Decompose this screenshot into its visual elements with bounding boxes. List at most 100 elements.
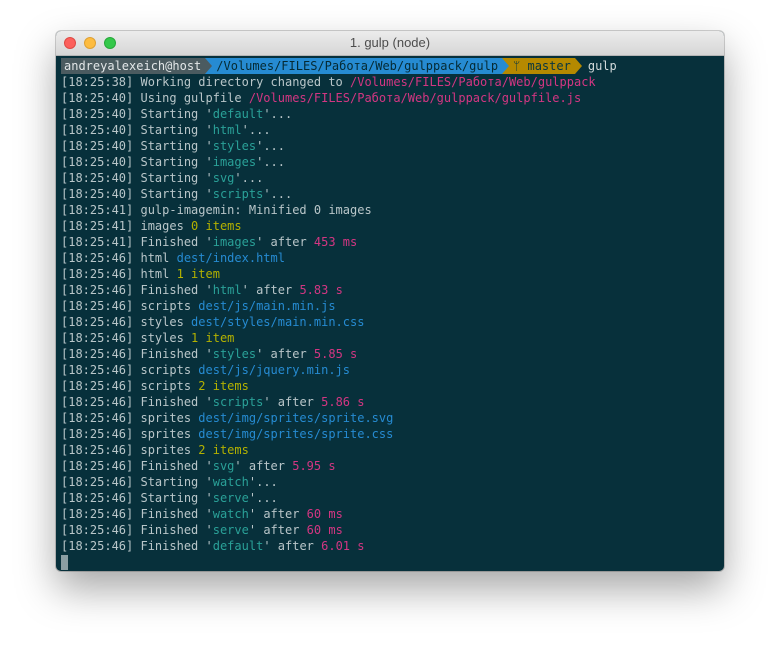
log-text: Finished	[133, 347, 206, 361]
log-count: 2 items	[198, 379, 249, 393]
log-line: [18:25:46] Starting 'watch'...	[61, 474, 719, 490]
log-time: 5.83 s	[299, 283, 343, 297]
log-q: '	[263, 395, 271, 409]
log-q: '	[205, 347, 213, 361]
log-timestamp: [18:25:40]	[61, 187, 134, 201]
log-line: [18:25:46] html dest/index.html	[61, 250, 719, 266]
log-line: [18:25:46] scripts dest/js/main.min.js	[61, 298, 719, 314]
log-q: '	[205, 539, 213, 553]
log-text: html	[133, 267, 177, 281]
log-file: dest/img/sprites/sprite.svg	[198, 411, 394, 425]
log-text: Using gulpfile	[133, 91, 249, 105]
log-q: '	[248, 491, 257, 505]
log-text: Starting	[133, 187, 206, 201]
log-task: serve	[212, 491, 249, 505]
log-timestamp: [18:25:40]	[61, 107, 134, 121]
log-text: Working directory changed to	[133, 75, 350, 89]
log-line: [18:25:46] Finished 'default' after 6.01…	[61, 538, 719, 554]
log-text: after	[263, 235, 314, 249]
log-text: Starting	[133, 171, 206, 185]
log-text: styles	[133, 315, 192, 329]
log-q: '	[205, 395, 213, 409]
log-task: images	[212, 235, 257, 249]
log-task: styles	[212, 347, 257, 361]
log-text: Finished	[133, 507, 206, 521]
log-text: Starting	[133, 491, 206, 505]
log-text: after	[256, 523, 307, 537]
log-task: default	[212, 539, 264, 553]
log-q: '	[263, 187, 271, 201]
log-q: '	[248, 507, 257, 521]
log-text: Finished	[133, 235, 206, 249]
log-line: [18:25:46] Finished 'serve' after 60 ms	[61, 522, 719, 538]
log-timestamp: [18:25:46]	[61, 395, 134, 409]
log-task: serve	[212, 523, 249, 537]
prompt-separator	[574, 58, 582, 74]
log-timestamp: [18:25:41]	[61, 203, 134, 217]
log-line: [18:25:46] Finished 'styles' after 5.85 …	[61, 346, 719, 362]
log-q: '	[205, 507, 213, 521]
log-text: Starting	[133, 107, 206, 121]
log-line: [18:25:40] Using gulpfile /Volumes/FILES…	[61, 90, 719, 106]
prompt-user: andreyalexeich@host	[61, 58, 206, 74]
log-text: Starting	[133, 155, 206, 169]
log-q: '	[205, 459, 213, 473]
log-path: /Volumes/FILES/Работа/Web/gulppack	[350, 75, 596, 89]
log-q: '	[205, 187, 213, 201]
prompt-separator	[502, 58, 510, 74]
log-task: images	[212, 155, 257, 169]
log-text: scripts	[133, 363, 199, 377]
log-text: Finished	[133, 523, 206, 537]
log-file: dest/styles/main.min.css	[191, 315, 365, 329]
log-timestamp: [18:25:41]	[61, 219, 134, 233]
log-timestamp: [18:25:46]	[61, 363, 134, 377]
log-line: [18:25:46] Finished 'html' after 5.83 s	[61, 282, 719, 298]
log-timestamp: [18:25:46]	[61, 299, 134, 313]
log-task: scripts	[212, 187, 264, 201]
log-text: sprites	[133, 427, 199, 441]
log-text: Finished	[133, 459, 206, 473]
log-lines: [18:25:38] Working directory changed to …	[61, 74, 719, 554]
log-line: [18:25:40] Starting 'styles'...	[61, 138, 719, 154]
log-text: ...	[248, 123, 271, 137]
log-text: images	[133, 219, 192, 233]
log-line: [18:25:46] styles dest/styles/main.min.c…	[61, 314, 719, 330]
log-text: html	[133, 251, 177, 265]
log-line: [18:25:40] Starting 'images'...	[61, 154, 719, 170]
log-text: ...	[270, 187, 293, 201]
log-line: [18:25:40] Starting 'html'...	[61, 122, 719, 138]
log-time: 453 ms	[313, 235, 358, 249]
log-timestamp: [18:25:46]	[61, 491, 134, 505]
title-bar: 1. gulp (node)	[56, 31, 724, 56]
log-text: Starting	[133, 139, 206, 153]
log-task: svg	[212, 459, 235, 473]
log-q: '	[248, 523, 257, 537]
log-line: [18:25:46] sprites dest/img/sprites/spri…	[61, 410, 719, 426]
terminal-output[interactable]: andreyalexeich@host /Volumes/FILES/Работ…	[56, 56, 724, 570]
log-text: ...	[263, 139, 286, 153]
log-timestamp: [18:25:46]	[61, 251, 134, 265]
log-task: svg	[212, 171, 235, 185]
log-text: after	[270, 539, 322, 553]
log-count: 2 items	[198, 443, 249, 457]
log-task: html	[212, 283, 242, 297]
log-text: after	[270, 395, 322, 409]
log-line: [18:25:40] Starting 'scripts'...	[61, 186, 719, 202]
log-line: [18:25:46] Finished 'watch' after 60 ms	[61, 506, 719, 522]
log-time: 5.95 s	[292, 459, 336, 473]
log-q: '	[205, 123, 213, 137]
branch-name: master	[527, 59, 571, 73]
log-line: [18:25:46] html 1 item	[61, 266, 719, 282]
log-line: [18:25:38] Working directory changed to …	[61, 74, 719, 90]
log-text: Finished	[133, 283, 206, 297]
log-q: '	[263, 539, 271, 553]
log-text: ...	[263, 155, 286, 169]
prompt-path: /Volumes/FILES/Работа/Web/gulppack/gulp	[212, 58, 503, 74]
log-line: [18:25:46] styles 1 item	[61, 330, 719, 346]
log-text: after	[248, 283, 300, 297]
log-timestamp: [18:25:40]	[61, 91, 134, 105]
log-time: 5.85 s	[313, 347, 358, 361]
log-line: [18:25:46] sprites dest/img/sprites/spri…	[61, 426, 719, 442]
log-task: html	[212, 123, 242, 137]
log-task: watch	[212, 475, 249, 489]
